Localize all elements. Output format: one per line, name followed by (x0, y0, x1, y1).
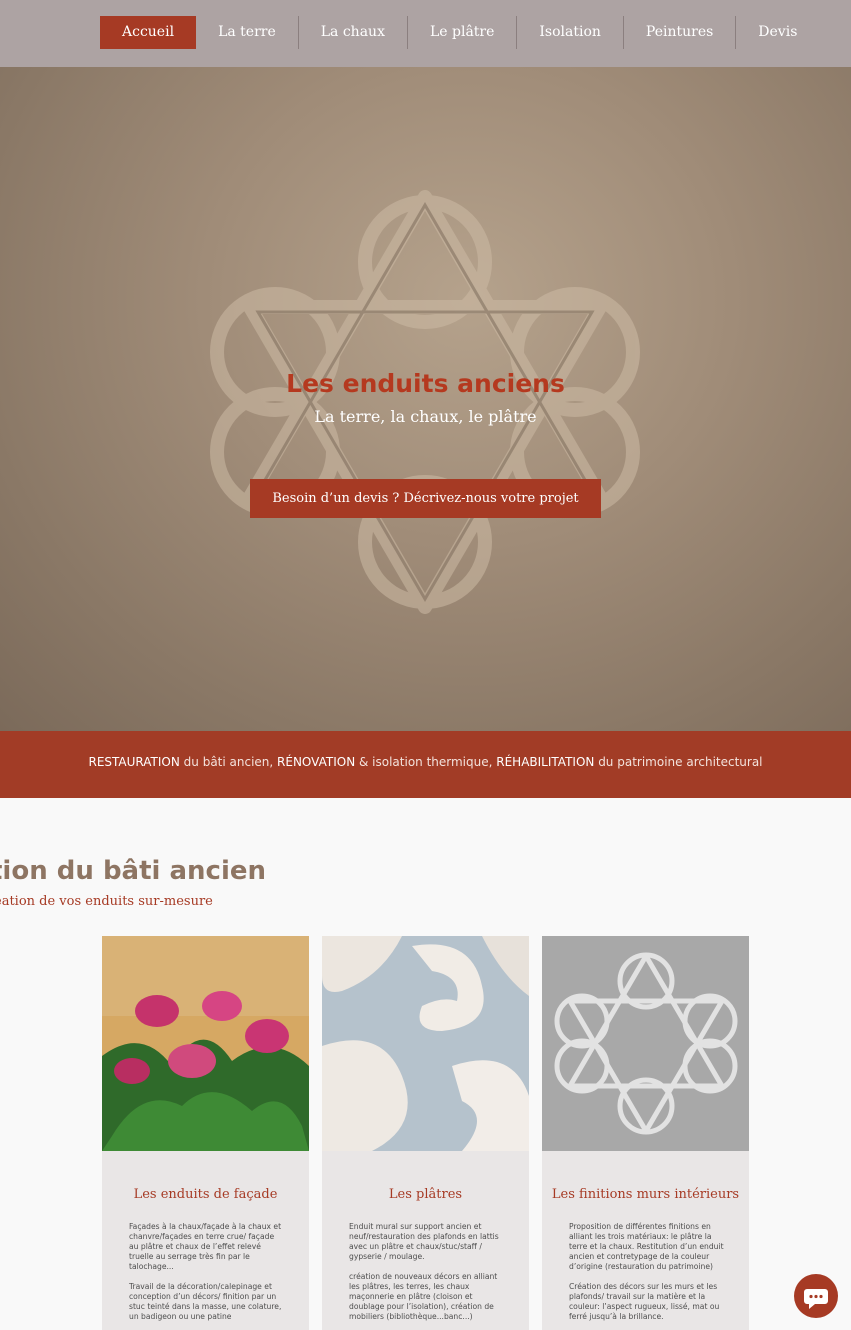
nav-item-peintures[interactable]: Peintures (624, 16, 737, 49)
main-menu: Accueil La terre La chaux Le plâtre Isol… (100, 16, 819, 49)
service-card-facade[interactable]: Les enduits de façade Façades à la chaux… (102, 936, 309, 1330)
banner-keyword-rehabilitation: RÉHABILITATION (496, 755, 595, 769)
section-subtitle: éation de vos enduits sur-mesure (0, 894, 213, 909)
section-title: tion du bâti ancien (0, 856, 267, 886)
banner-text-3: du patrimoine architectural (594, 755, 763, 769)
banner-keyword-restauration: RESTAURATION (88, 755, 180, 769)
facade-hydrangea-image (102, 936, 309, 1151)
card-body-platres: Enduit mural sur support ancien et neuf/… (349, 1222, 505, 1322)
banner-keyword-renovation: RÉNOVATION (277, 755, 356, 769)
nav-item-accueil[interactable]: Accueil (100, 16, 197, 49)
card-paragraph: Façades à la chaux/façade à la chaux et … (129, 1222, 282, 1271)
card-title-finitions: Les finitions murs intérieurs (551, 1187, 740, 1202)
interior-ornament-image (542, 936, 749, 1151)
nav-item-isolation[interactable]: Isolation (517, 16, 624, 49)
hero-title: Les enduits anciens (286, 369, 565, 398)
chat-bubble-icon (804, 1289, 828, 1309)
top-navbar: Accueil La terre La chaux Le plâtre Isol… (0, 0, 851, 67)
card-body-finitions: Proposition de différentes finitions en … (569, 1222, 725, 1322)
nav-item-devis[interactable]: Devis (736, 16, 819, 49)
card-title-facade: Les enduits de façade (133, 1187, 278, 1202)
card-paragraph: Travail de la décoration/calepinage et c… (129, 1282, 282, 1321)
quote-request-button[interactable]: Besoin d’un devis ? Décrivez-nous votre … (250, 479, 601, 518)
hero-section: Les enduits anciens La terre, la chaux, … (0, 67, 851, 731)
hero-subtitle: La terre, la chaux, le plâtre (314, 407, 537, 426)
card-body-facade: Façades à la chaux/façade à la chaux et … (129, 1222, 285, 1322)
ornament-background-image (210, 190, 640, 614)
card-paragraph: Création des décors sur les murs et les … (569, 1282, 720, 1321)
chat-button[interactable] (794, 1274, 838, 1318)
nav-item-la-terre[interactable]: La terre (196, 16, 299, 49)
services-banner: RESTAURATION du bâti ancien, RÉNOVATION … (0, 731, 851, 798)
banner-text-1: du bâti ancien, (179, 755, 278, 769)
services-banner-text: RESTAURATION du bâti ancien, RÉNOVATION … (0, 755, 851, 769)
card-paragraph: création de nouveaux décors en alliant l… (349, 1272, 498, 1321)
plaster-relief-image (322, 936, 529, 1151)
nav-item-le-platre[interactable]: Le plâtre (408, 16, 518, 49)
service-card-finitions[interactable]: Les finitions murs intérieurs Propositio… (542, 936, 749, 1330)
card-title-platres: Les plâtres (388, 1187, 463, 1202)
service-card-platres[interactable]: Les plâtres Enduit mural sur support anc… (322, 936, 529, 1330)
banner-text-2: & isolation thermique, (355, 755, 497, 769)
card-paragraph: Enduit mural sur support ancien et neuf/… (349, 1222, 499, 1261)
card-paragraph: Proposition de différentes finitions en … (569, 1222, 724, 1271)
nav-item-la-chaux[interactable]: La chaux (299, 16, 408, 49)
